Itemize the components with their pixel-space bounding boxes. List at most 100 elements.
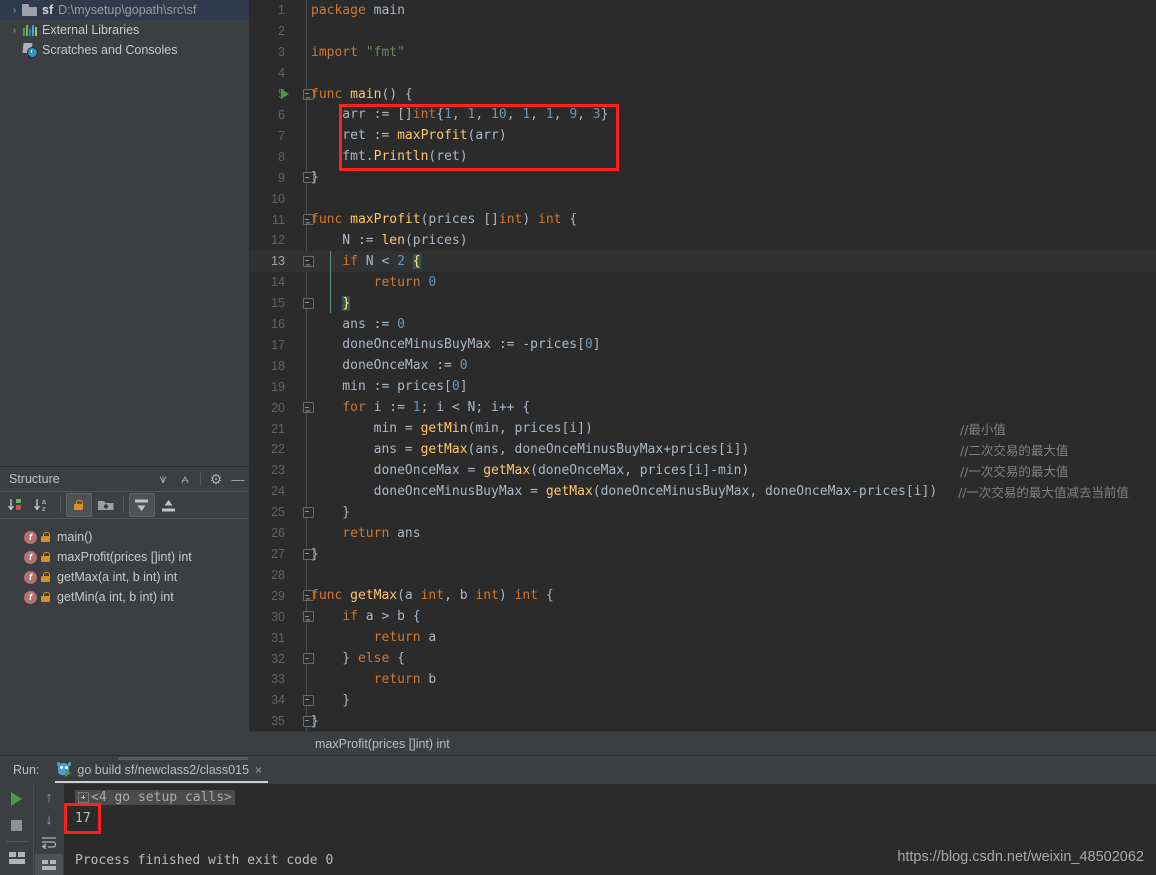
code-line-23[interactable]: 23 doneOnceMax = getMax (doneOnceMax, pri… <box>249 460 1156 481</box>
code-line-32[interactable]: 32 } else { <box>249 648 1156 669</box>
code-token: () { <box>381 86 413 102</box>
console-folded-line[interactable]: <4 go setup calls> <box>63 787 1156 808</box>
structure-item-getmax[interactable]: f getMax(a int, b int) int <box>0 567 249 587</box>
code-editor[interactable]: 1 package main 2 3 import "fmt" 4 5 func main()… <box>249 0 1156 731</box>
tree-item-scratches-and-consoles[interactable]: Scratches and Consoles <box>0 40 249 60</box>
code-line-31[interactable]: 31 return a <box>249 627 1156 648</box>
code-comment-24: //一次交易的最大值减去当前值 <box>958 484 1129 500</box>
code-line-10[interactable]: 10 <box>249 188 1156 209</box>
breadcrumb[interactable]: maxProfit(prices []int) int <box>249 731 1156 756</box>
up-arrow-button[interactable]: ↑ <box>35 786 63 809</box>
code-line-13[interactable]: 13 if N < 2 { <box>249 250 1156 272</box>
line-number-4: 4 <box>278 66 285 81</box>
code-text-31: return a <box>311 627 437 648</box>
code-line-27[interactable]: 27} <box>249 544 1156 565</box>
function-icon: f <box>24 570 37 584</box>
code-token: doneOnceMinusBuyMax = <box>311 483 546 499</box>
rerun-button[interactable] <box>3 786 31 812</box>
svg-text:a: a <box>42 499 46 506</box>
code-line-4[interactable]: 4 <box>249 63 1156 84</box>
code-token: Println <box>373 149 429 165</box>
code-line-35[interactable]: 35} <box>249 711 1156 731</box>
structure-item-label: maxProfit(prices []int) int <box>57 550 192 564</box>
code-token: int <box>538 212 562 228</box>
code-token: a <box>428 630 437 646</box>
code-token: 1 <box>412 400 421 416</box>
run-gutter-icon[interactable] <box>278 84 292 105</box>
tree-item-sf[interactable]: › sf D:\mysetup\gopath\src\sf <box>0 0 249 20</box>
code-line-20[interactable]: 20 for i := 1; i < N; i++ { <box>249 397 1156 418</box>
code-line-9[interactable]: 9} <box>249 167 1156 188</box>
folder-icon <box>21 2 38 18</box>
code-token: } <box>311 170 319 186</box>
code-token: (doneOnceMinusBuyMax, doneOnceMax-prices… <box>592 483 938 499</box>
code-line-5[interactable]: 5 func main() { <box>249 84 1156 105</box>
structure-item-maxprofit[interactable]: f maxProfit(prices []int) int <box>0 547 249 567</box>
code-line-7[interactable]: 7 ret := maxProfit (arr) <box>249 125 1156 146</box>
code-line-21[interactable]: 21 min = getMin (min, prices[i]) //最小值 <box>249 418 1156 439</box>
run-window-resize-handle[interactable] <box>118 757 248 760</box>
down-arrow-button[interactable]: ↓ <box>35 809 63 832</box>
code-line-33[interactable]: 33 return b <box>249 669 1156 690</box>
code-line-28[interactable]: 28 <box>249 564 1156 585</box>
tree-item-external-libraries[interactable]: › External Libraries <box>0 20 249 40</box>
code-token: } <box>311 546 319 562</box>
library-bars-icon <box>21 22 38 38</box>
show-fields-button[interactable] <box>94 494 118 516</box>
code-line-16[interactable]: 16 ans := 0 <box>249 314 1156 335</box>
lock-icon <box>40 591 51 604</box>
code-line-25[interactable]: 25 } <box>249 502 1156 523</box>
code-token: 2 <box>397 253 405 269</box>
code-line-22[interactable]: 22 ans = getMax (ans, doneOnceMinusBuyMax… <box>249 439 1156 460</box>
soft-wrap-button[interactable] <box>35 831 63 854</box>
code-token: int <box>514 588 539 604</box>
layout-button[interactable] <box>3 845 31 871</box>
scratches-icon <box>21 42 38 58</box>
code-line-29[interactable]: 29 func getMax (a int, b int) int { <box>249 585 1156 606</box>
code-line-6[interactable]: 6 arr := [] int{1, 1, 10, 1, 1, 9, 3} <box>249 105 1156 126</box>
tree-item-scratches-label: Scratches and Consoles <box>42 43 178 57</box>
code-token: (prices) <box>404 232 468 248</box>
collapse-all-button[interactable]: ⩜ <box>174 469 196 489</box>
chevron-right-icon[interactable]: › <box>8 24 21 37</box>
stop-button[interactable] <box>3 812 31 838</box>
line-number-16: 16 <box>271 317 285 332</box>
code-line-15[interactable]: 15 } <box>249 293 1156 314</box>
sort-alphabetically-button[interactable]: a z <box>31 494 55 516</box>
code-line-24[interactable]: 24 doneOnceMinusBuyMax = getMax (doneOnce… <box>249 481 1156 502</box>
code-line-18[interactable]: 18 doneOnceMax := 0 <box>249 355 1156 376</box>
code-line-3[interactable]: 3 import "fmt" <box>249 42 1156 63</box>
code-line-17[interactable]: 17 doneOnceMinusBuyMax := -prices[0] <box>249 335 1156 356</box>
close-icon[interactable]: × <box>255 763 262 777</box>
code-line-8[interactable]: 8 fmt. Println (ret) <box>249 146 1156 167</box>
line-number-8: 8 <box>278 149 285 164</box>
code-line-11[interactable]: 11 func maxProfit (prices [] int) int { <box>249 209 1156 230</box>
code-token: } <box>311 713 319 729</box>
code-line-14[interactable]: 14 return 0 <box>249 272 1156 293</box>
code-line-34[interactable]: 34 } <box>249 690 1156 711</box>
code-line-1[interactable]: 1 package main <box>249 0 1156 21</box>
expand-fold-icon[interactable] <box>78 792 89 803</box>
run-tab[interactable]: go build sf/newclass2/class015 × <box>55 757 269 783</box>
code-line-19[interactable]: 19 min := prices[0] <box>249 376 1156 397</box>
hide-panel-button[interactable]: — <box>227 469 249 489</box>
scroll-from-source-button[interactable] <box>129 493 155 517</box>
code-token: } <box>311 692 351 708</box>
code-line-30[interactable]: 30 if a > b { <box>249 606 1156 627</box>
code-line-2[interactable]: 2 <box>249 21 1156 42</box>
structure-item-main[interactable]: f main() <box>0 527 249 547</box>
settings-gear-button[interactable]: ⚙ <box>205 469 227 489</box>
chevron-right-icon[interactable]: › <box>8 4 21 17</box>
structure-item-getmin[interactable]: f getMin(a int, b int) int <box>0 587 249 607</box>
scroll-to-end-button[interactable] <box>35 853 63 875</box>
line-number-14: 14 <box>271 275 285 290</box>
sort-by-visibility-button[interactable] <box>5 494 29 516</box>
expand-all-button[interactable]: ⩛ <box>152 469 174 489</box>
show-non-public-button[interactable] <box>66 493 92 517</box>
scroll-to-source-button[interactable] <box>157 494 181 516</box>
code-line-26[interactable]: 26 return ans <box>249 523 1156 544</box>
code-comment-21: //最小值 <box>960 422 1006 438</box>
code-line-12[interactable]: 12 N := len (prices) <box>249 230 1156 251</box>
